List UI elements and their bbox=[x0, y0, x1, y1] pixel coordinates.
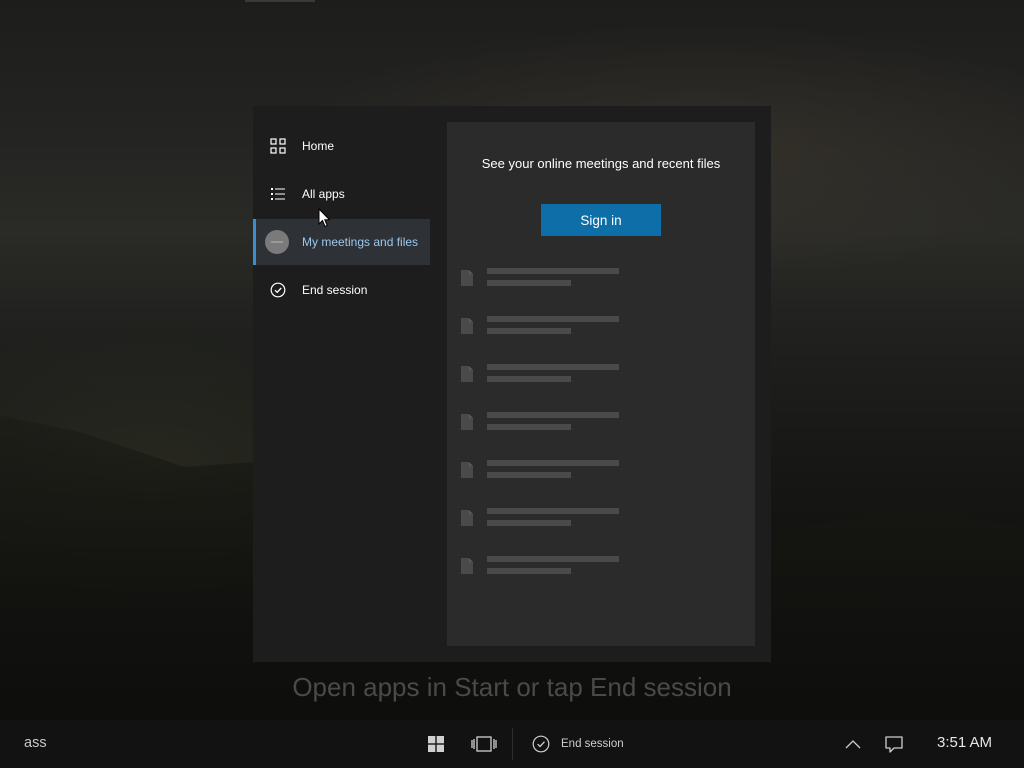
nav-item-my-meetings[interactable]: My meetings and files bbox=[253, 219, 430, 265]
all-apps-icon bbox=[269, 185, 287, 203]
placeholder-line bbox=[487, 412, 619, 418]
sign-in-button[interactable]: Sign in bbox=[541, 204, 661, 236]
file-icon bbox=[461, 414, 473, 430]
nav-item-all-apps[interactable]: All apps bbox=[253, 171, 430, 217]
placeholder-line bbox=[487, 316, 619, 322]
mouse-cursor-icon bbox=[318, 208, 331, 228]
taskbar-end-session-label: End session bbox=[561, 738, 624, 750]
taskbar-end-session-button[interactable]: End session bbox=[532, 720, 624, 768]
taskbar-search-text[interactable]: ass bbox=[24, 735, 47, 751]
top-edge-line bbox=[245, 0, 315, 2]
hint-text: Open apps in Start or tap End session bbox=[292, 672, 732, 702]
placeholder-line bbox=[487, 460, 619, 466]
nav-item-end-session[interactable]: End session bbox=[253, 267, 430, 313]
placeholder-line bbox=[487, 364, 619, 370]
active-indicator bbox=[253, 219, 256, 265]
avatar bbox=[265, 230, 289, 254]
file-icon bbox=[461, 462, 473, 478]
nav-label-end-session: End session bbox=[302, 283, 368, 297]
home-icon bbox=[269, 137, 287, 155]
placeholder-line bbox=[487, 268, 619, 274]
nav-item-home[interactable]: Home bbox=[253, 123, 430, 169]
taskbar: ass End session 3:51 AM bbox=[0, 720, 1024, 768]
action-center-button[interactable] bbox=[880, 720, 908, 768]
chevron-up-icon bbox=[845, 740, 861, 749]
placeholder-line bbox=[487, 472, 571, 478]
file-icon bbox=[461, 270, 473, 286]
start-button[interactable] bbox=[422, 720, 450, 768]
nav-label-home: Home bbox=[302, 139, 335, 153]
content-title: See your online meetings and recent file… bbox=[481, 156, 721, 171]
file-placeholder-row bbox=[461, 412, 661, 438]
placeholder-line bbox=[487, 376, 571, 382]
show-hidden-icons-button[interactable] bbox=[840, 720, 866, 768]
start-menu: Home All apps My meetings and files End … bbox=[253, 106, 771, 662]
placeholder-line bbox=[487, 280, 571, 286]
end-session-icon bbox=[269, 281, 287, 299]
notification-icon bbox=[885, 735, 903, 753]
file-placeholder-row bbox=[461, 460, 661, 486]
nav-label-all-apps: All apps bbox=[302, 187, 345, 201]
file-icon bbox=[461, 318, 473, 334]
start-nav: Home All apps My meetings and files End … bbox=[253, 106, 443, 662]
file-placeholder-row bbox=[461, 556, 661, 582]
placeholder-line bbox=[487, 508, 619, 514]
windows-icon bbox=[428, 736, 444, 752]
taskbar-clock[interactable]: 3:51 AM bbox=[937, 734, 992, 751]
file-placeholder-row bbox=[461, 364, 661, 390]
file-icon bbox=[461, 510, 473, 526]
task-view-button[interactable] bbox=[469, 720, 499, 768]
file-icon bbox=[461, 366, 473, 382]
task-view-icon bbox=[471, 736, 497, 752]
placeholder-line bbox=[487, 556, 619, 562]
placeholder-line bbox=[487, 424, 571, 430]
placeholder-line bbox=[487, 328, 571, 334]
file-placeholder-row bbox=[461, 316, 661, 342]
file-icon bbox=[461, 558, 473, 574]
end-session-icon bbox=[532, 735, 550, 753]
meetings-files-pane: See your online meetings and recent file… bbox=[447, 122, 755, 646]
file-placeholder-row bbox=[461, 268, 661, 294]
placeholder-line bbox=[487, 520, 571, 526]
taskbar-divider bbox=[512, 728, 513, 760]
file-placeholder-row bbox=[461, 508, 661, 534]
placeholder-line bbox=[487, 568, 571, 574]
nav-label-my-meetings: My meetings and files bbox=[302, 235, 419, 249]
